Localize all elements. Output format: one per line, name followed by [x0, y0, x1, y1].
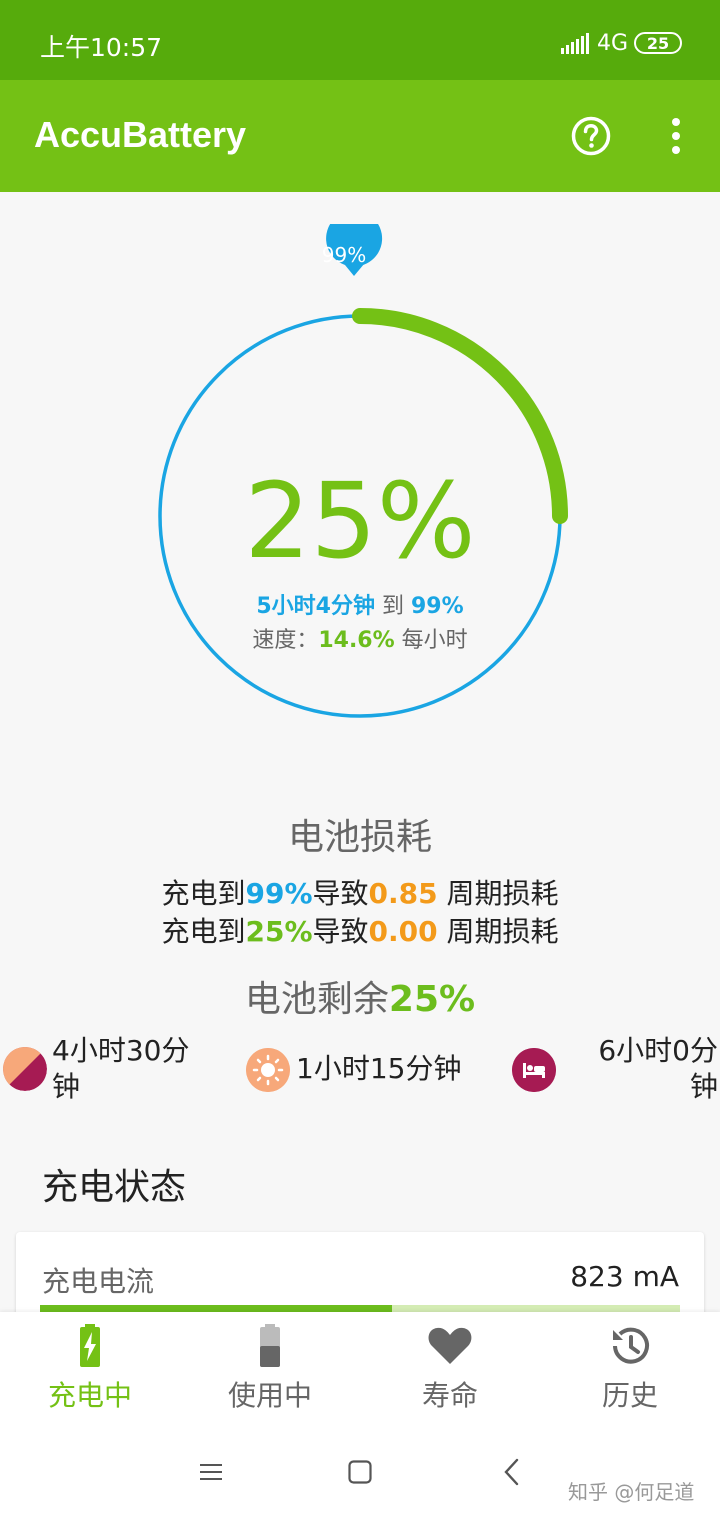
screen-on-sun-icon — [246, 1048, 290, 1092]
speed-label: 速度： — [252, 628, 319, 653]
wear-prefix: 充电到 — [161, 877, 246, 910]
charge-percent: 25% — [244, 460, 476, 582]
more-vert-icon[interactable] — [660, 116, 692, 156]
nav-label-discharging: 使用中 — [227, 1379, 312, 1412]
charging-status-title: 充电状态 — [42, 1167, 187, 1208]
battery-charging-icon — [80, 1324, 100, 1367]
mixed-usage-icon — [3, 1047, 47, 1091]
wear-amount: 0.00 — [368, 915, 438, 948]
battery-remaining: 电池剩余25% — [0, 970, 720, 1022]
charge-gauge: 99% 25% 5小时4分钟 到 99% 速度：14.6% 每小时 — [140, 224, 580, 734]
history-icon — [613, 1327, 649, 1364]
nav-tab-discharging[interactable]: 使用中 — [180, 1312, 360, 1422]
signal-icon — [560, 33, 589, 54]
help-circle-icon[interactable] — [571, 116, 611, 156]
nav-label-history: 历史 — [601, 1379, 658, 1412]
nav-tab-charging[interactable]: 充电中 — [0, 1312, 180, 1422]
wear-middle: 导致 — [312, 915, 369, 948]
charge-speed: 速度：14.6% 每小时 — [140, 622, 580, 654]
status-icons: 4G 25 — [560, 30, 682, 56]
wear-target: 25% — [245, 915, 313, 948]
status-bar: 上午10:57 4G 25 — [0, 0, 720, 80]
wear-amount: 0.85 — [368, 877, 438, 910]
battery-status-level: 25 — [646, 33, 670, 53]
speed-value: 14.6% — [318, 628, 395, 653]
wear-middle: 导致 — [312, 877, 369, 910]
charging-current-value: 823 mA — [570, 1260, 679, 1293]
battery-status-icon: 25 — [634, 32, 682, 54]
bottom-navigation: 充电中 使用中 寿命 历史 — [0, 1312, 720, 1422]
time-to-target: 5小时4分钟 到 99% — [140, 588, 580, 620]
remaining-value: 25% — [388, 979, 476, 1020]
estimate-screen-on: 1小时15分钟 — [240, 1033, 490, 1113]
estimate-mixed: 4小时30分钟 — [0, 1033, 210, 1113]
nav-tab-health[interactable]: 寿命 — [360, 1312, 540, 1422]
status-time: 上午10:57 — [40, 33, 163, 62]
heart-icon — [428, 1327, 472, 1364]
watermark: 知乎 @何足道 — [568, 1480, 695, 1504]
sleep-bed-icon — [512, 1048, 556, 1092]
estimate-sleep-text: 6小时0分钟 — [598, 1034, 718, 1103]
app-title: AccuBattery — [34, 114, 247, 155]
nav-tab-history[interactable]: 历史 — [540, 1312, 720, 1422]
target-value: 99% — [410, 594, 464, 619]
wear-title: 电池损耗 — [287, 817, 432, 858]
nav-label-health: 寿命 — [421, 1379, 478, 1412]
nav-label-charging: 充电中 — [47, 1379, 132, 1412]
back-chevron-icon[interactable] — [502, 1458, 520, 1486]
time-to-target-value: 5小时4分钟 — [256, 594, 375, 619]
charging-current-label: 充电电流 — [42, 1265, 155, 1298]
wear-prefix: 充电到 — [161, 915, 246, 948]
wear-line-25: 充电到25%导致0.00 周期损耗 — [0, 910, 720, 950]
remaining-label: 电池剩余 — [244, 979, 389, 1020]
target-bubble-label: 99% — [321, 243, 367, 267]
wear-suffix: 周期损耗 — [437, 915, 559, 948]
speed-unit: 每小时 — [401, 628, 468, 653]
home-square-icon[interactable] — [348, 1460, 372, 1484]
system-navigation-bar: 知乎 @何足道 — [0, 1422, 720, 1520]
wear-target: 99% — [245, 877, 313, 910]
estimate-sleep: 6小时0分钟 — [505, 1033, 720, 1113]
estimate-mixed-text: 4小时30分钟 — [52, 1034, 190, 1103]
network-type: 4G — [596, 30, 628, 56]
wear-suffix: 周期损耗 — [437, 877, 559, 910]
menu-icon[interactable] — [200, 1462, 222, 1482]
to-word: 到 — [381, 594, 404, 619]
battery-discharging-icon — [260, 1324, 280, 1367]
app-bar: AccuBattery — [0, 80, 720, 192]
wear-line-99: 充电到99%导致0.85 周期损耗 — [0, 872, 720, 912]
estimate-screen-on-text: 1小时15分钟 — [296, 1052, 462, 1085]
